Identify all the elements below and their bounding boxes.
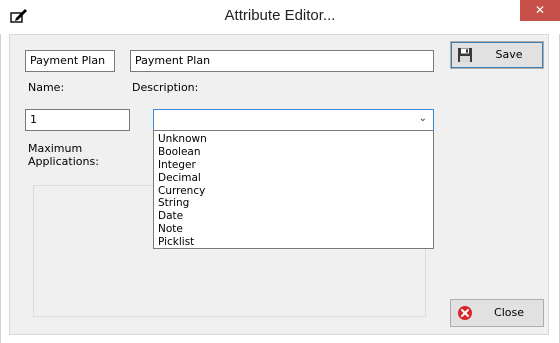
name-label: Name: — [28, 81, 65, 94]
dropdown-option-currency[interactable]: Currency — [154, 185, 433, 198]
max-apps-label-line1: Maximum — [28, 142, 83, 155]
save-button-label: Save — [495, 48, 523, 61]
close-button-label: Close — [494, 306, 524, 319]
dropdown-option-decimal[interactable]: Decimal — [154, 172, 433, 185]
dropdown-option-string[interactable]: String — [154, 197, 433, 210]
dropdown-option-picklist[interactable]: Picklist — [154, 236, 433, 249]
dropdown-option-integer[interactable]: Integer — [154, 159, 433, 172]
window-close-button[interactable]: ✕ — [520, 0, 560, 21]
attribute-type-dropdown-list: Unknown Boolean Integer Decimal Currency… — [153, 130, 434, 249]
description-input[interactable]: Payment Plan — [130, 50, 434, 72]
red-x-circle-icon — [458, 306, 472, 320]
window-border-left — [0, 34, 1, 343]
dropdown-option-date[interactable]: Date — [154, 210, 433, 223]
max-apps-label-line2: Applications: — [28, 155, 99, 168]
maximum-applications-input[interactable]: 1 — [25, 109, 130, 131]
close-button[interactable]: Close — [450, 299, 544, 327]
dropdown-option-note[interactable]: Note — [154, 223, 433, 236]
name-input[interactable]: Payment Plan — [25, 50, 115, 72]
dropdown-option-boolean[interactable]: Boolean — [154, 146, 433, 159]
window-title: Attribute Editor... — [224, 7, 336, 24]
description-label: Description: — [132, 81, 199, 94]
maximum-applications-label: Maximum Applications: — [28, 142, 99, 168]
chevron-down-icon[interactable]: ⌄ — [419, 113, 427, 124]
dropdown-option-unknown[interactable]: Unknown — [154, 133, 433, 146]
save-button[interactable]: Save — [450, 41, 544, 69]
title-bar: Attribute Editor... ✕ — [0, 0, 560, 34]
floppy-disk-icon — [458, 48, 472, 62]
attribute-type-select[interactable]: ⌄ — [153, 109, 434, 131]
